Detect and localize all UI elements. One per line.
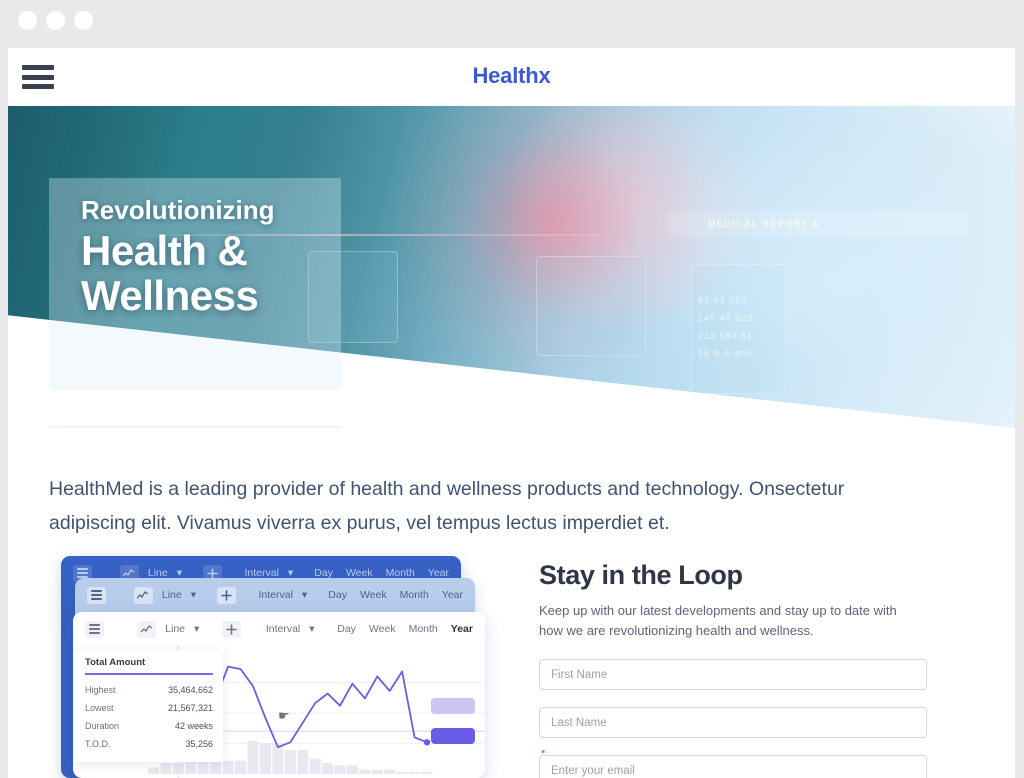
line-chart-icon[interactable] — [137, 620, 157, 638]
chart-toolbar: Line ▾ Interval ▾ Day Week Month Year — [75, 578, 475, 612]
tooltip-label: Highest — [85, 685, 116, 695]
range-month[interactable]: Month — [400, 589, 429, 601]
chart-card-front: Line ▾ Interval ▾ Day Week Month Year To… — [73, 612, 485, 778]
newsletter-title: Stay in the Loop — [539, 560, 743, 590]
range-week[interactable]: Week — [369, 623, 396, 635]
newsletter-subtitle: Keep up with our latest developments and… — [539, 603, 897, 638]
maximize-dot[interactable] — [74, 11, 93, 30]
hud-readout-text: 82 43 080 145 49 923 233 684 81 98 R.P 8… — [698, 291, 753, 363]
chevron-down-icon[interactable]: ▾ — [309, 623, 314, 635]
email-input[interactable] — [539, 755, 927, 778]
line-chart-icon[interactable] — [133, 586, 153, 604]
legend-swatch-light[interactable] — [431, 698, 475, 714]
hud-report-label: MEDICAL REPORT & — [708, 219, 821, 229]
tooltip-label: Lowest — [85, 703, 114, 713]
close-dot[interactable] — [18, 11, 37, 30]
chart-type-label[interactable]: Line — [165, 623, 185, 635]
tooltip-row: T.O.D. 35,256 — [85, 735, 213, 753]
hero-headline-line-1: Health & — [81, 226, 248, 274]
tooltip-row: Duration 42 weeks — [85, 717, 213, 735]
minimize-dot[interactable] — [46, 11, 65, 30]
intro-paragraph: HealthMed is a leading provider of healt… — [49, 478, 845, 534]
range-day[interactable]: Day — [337, 623, 356, 635]
range-month[interactable]: Month — [409, 623, 438, 635]
first-name-input[interactable] — [539, 659, 927, 690]
newsletter-signup: Stay in the Loop Keep up with our latest… — [539, 560, 939, 778]
tooltip-row: Highest 35,464,662 — [85, 681, 213, 699]
hero-eyebrow: Revolutionizing — [81, 195, 275, 225]
chevron-down-icon[interactable]: ▾ — [302, 589, 307, 601]
hud-readout-line: 82 43 080 — [698, 295, 748, 305]
required-asterisk: * — [541, 748, 546, 760]
last-name-input[interactable] — [539, 707, 927, 738]
tooltip-row: Lowest 21,567,321 — [85, 699, 213, 717]
chevron-down-icon[interactable]: ▾ — [194, 623, 199, 635]
site-header: Healthx — [8, 48, 1015, 106]
hero-caption: Revolutionizing Health & Wellness — [49, 178, 341, 390]
hero-section: MEDICAL REPORT & 82 43 080 145 49 923 23… — [8, 106, 1015, 428]
interval-label[interactable]: Interval — [258, 589, 292, 601]
window-controls — [18, 11, 93, 30]
lower-section: Line ▾ Interval ▾ Day Week Month Year Li… — [8, 556, 1015, 778]
plus-icon[interactable] — [217, 586, 237, 604]
hud-readout-line: 233 684 81 — [698, 331, 754, 341]
brand-logo[interactable]: Healthx — [8, 63, 1015, 89]
tooltip-label: T.O.D. — [85, 739, 111, 749]
pointer-cursor-icon: ☛ — [278, 708, 290, 723]
hud-node-dot — [496, 374, 505, 383]
tooltip-value: 35,256 — [185, 739, 213, 749]
hud-brain-scan-center — [536, 256, 646, 356]
tooltip-value: 21,567,321 — [167, 703, 213, 713]
tooltip-value: 35,464,662 — [167, 685, 213, 695]
hud-readout-line: 145 49 923 — [698, 313, 754, 323]
browser-chrome-bar — [0, 0, 1024, 48]
tooltip-value: 42 weeks — [174, 721, 213, 731]
chart-toolbar: Line ▾ Interval ▾ Day Week Month Year — [73, 612, 485, 646]
email-field-wrapper: * — [539, 749, 939, 778]
chart-mockup: Line ▾ Interval ▾ Day Week Month Year Li… — [53, 556, 485, 778]
chevron-down-icon[interactable]: ▾ — [191, 589, 196, 601]
interval-label[interactable]: Interval — [266, 623, 300, 635]
hero-headline-line-2: Wellness — [81, 271, 259, 319]
hud-readout-line: 98 R.P 800 — [698, 349, 753, 359]
chart-type-label[interactable]: Line — [162, 589, 182, 601]
range-year[interactable]: Year — [451, 623, 473, 635]
tooltip-label: Duration — [85, 721, 120, 731]
tooltip-title: Total Amount — [85, 657, 213, 675]
hamburger-icon[interactable] — [87, 586, 106, 604]
legend-swatch-dark[interactable] — [431, 728, 475, 744]
hamburger-icon[interactable] — [85, 620, 104, 638]
range-week[interactable]: Week — [360, 589, 387, 601]
hero-caption-footer — [49, 426, 341, 428]
range-day[interactable]: Day — [328, 589, 347, 601]
range-year[interactable]: Year — [442, 589, 463, 601]
plus-icon[interactable] — [222, 620, 242, 638]
chart-tooltip: Total Amount Highest 35,464,662 Lowest 2… — [73, 650, 223, 762]
page-viewport: Healthx MEDICAL REPORT & 82 43 080 145 4… — [8, 48, 1015, 778]
